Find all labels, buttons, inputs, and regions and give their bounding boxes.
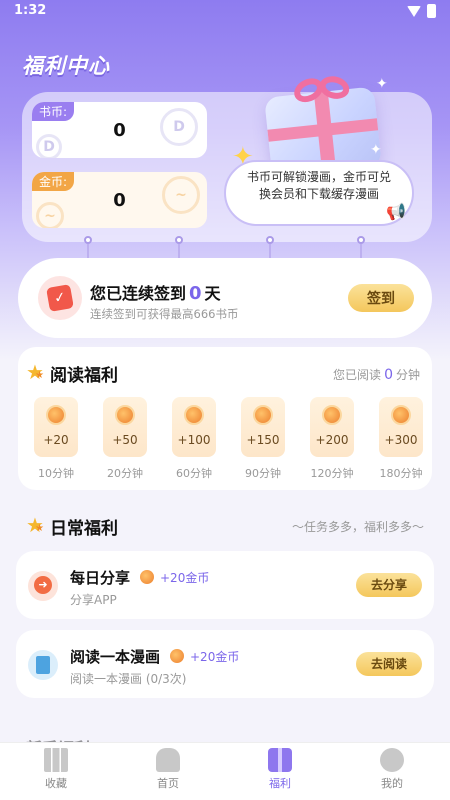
- megaphone-icon: 📢: [386, 202, 406, 221]
- reading-reward-item[interactable]: +100 60分钟: [172, 397, 216, 481]
- calendar-check-icon: ✓: [38, 276, 82, 320]
- reading-reward-item[interactable]: +200 120分钟: [310, 397, 354, 481]
- gold-coin-label: 金币:: [32, 172, 75, 191]
- reading-reward-list: +20 10分钟 +50 20分钟 +100 60分钟 +150 90分钟 +2…: [34, 397, 424, 482]
- task-daily-share: 每日分享 +20金币 分享APP 去分享: [16, 551, 434, 619]
- share-icon: [28, 571, 58, 601]
- tab-favorites[interactable]: 收藏: [16, 743, 96, 800]
- gold-coin-value: 0: [113, 190, 126, 211]
- reading-reward-item[interactable]: +150 90分钟: [241, 397, 285, 481]
- task-description: 分享APP: [70, 593, 117, 607]
- star-icon: [26, 360, 46, 384]
- book-coin-balance[interactable]: 书币: D D 0: [32, 102, 207, 158]
- task-name: 每日分享: [70, 569, 131, 587]
- sparkle-icon: ✦: [370, 142, 382, 158]
- book-coin-value: 0: [113, 120, 126, 141]
- task-read-comic: 阅读一本漫画 +20金币 阅读一本漫画 (0/3次) 去阅读: [16, 630, 434, 698]
- coin-icon: [184, 405, 204, 425]
- status-icons: [407, 4, 436, 18]
- coin-icon: [115, 405, 135, 425]
- reading-reward-item[interactable]: +50 20分钟: [103, 397, 147, 481]
- checkin-subtitle: 连续签到可获得最高666书币: [90, 307, 239, 321]
- read-button[interactable]: 去阅读: [356, 652, 422, 676]
- task-name: 阅读一本漫画: [70, 648, 161, 666]
- book-coin-label: 书币:: [32, 102, 75, 121]
- wallet-tip-text: 书币可解锁漫画，金币可兑换会员和下载缓存漫画: [246, 170, 391, 201]
- checkin-card: ✓ 您已连续签到 0 天 连续签到可获得最高666书币 签到: [18, 258, 432, 338]
- status-bar: 1:32: [0, 0, 450, 22]
- star-icon: [26, 513, 46, 537]
- task-reward: +20金币: [190, 650, 240, 664]
- tab-home[interactable]: 首页: [128, 743, 208, 800]
- checkin-days: 0: [189, 283, 202, 304]
- page-title: 福利中心: [22, 54, 110, 78]
- coin-icon: [322, 405, 342, 425]
- task-reward: +20金币: [160, 571, 210, 585]
- reading-minutes: 您已阅读 0 分钟: [333, 367, 420, 383]
- sparkle-icon: ✦: [376, 76, 388, 92]
- battery-icon: [427, 4, 436, 18]
- profile-icon: [380, 748, 404, 772]
- home-icon: [156, 748, 180, 772]
- reading-reward-item[interactable]: +300 180分钟: [379, 397, 423, 481]
- coin-icon: [140, 570, 154, 584]
- status-time: 1:32: [14, 3, 47, 18]
- bookshelf-icon: [44, 748, 68, 772]
- gift-icon: [268, 748, 292, 772]
- share-button[interactable]: 去分享: [356, 573, 422, 597]
- coin-icon: [46, 405, 66, 425]
- book-icon: [28, 650, 58, 680]
- bottom-tab-bar: 收藏 首页 福利 我的: [0, 742, 450, 800]
- daily-slogan: ～任务多多，福利多多～: [291, 520, 424, 534]
- task-description: 阅读一本漫画 (0/3次): [70, 672, 187, 686]
- coin-icon: [170, 649, 184, 663]
- checkin-title: 您已连续签到 0 天: [90, 283, 221, 304]
- wallet-tip-bubble: 书币可解锁漫画，金币可兑换会员和下载缓存漫画 📢: [224, 160, 414, 226]
- coin-icon: [253, 405, 273, 425]
- daily-section-title: 日常福利: [26, 513, 118, 540]
- coin-icon: [391, 405, 411, 425]
- gold-coin-balance[interactable]: 金币: ~ ~ 0: [32, 172, 207, 228]
- reading-section-title: 阅读福利: [26, 360, 118, 387]
- tab-welfare[interactable]: 福利: [240, 743, 320, 800]
- wifi-icon: [407, 5, 421, 17]
- tab-profile[interactable]: 我的: [352, 743, 432, 800]
- reading-reward-item[interactable]: +20 10分钟: [34, 397, 78, 481]
- reading-rewards-card: 阅读福利 您已阅读0分钟 +20 10分钟 +50 20分钟 +100 60分钟…: [18, 347, 432, 490]
- checkin-button[interactable]: 签到: [348, 284, 414, 312]
